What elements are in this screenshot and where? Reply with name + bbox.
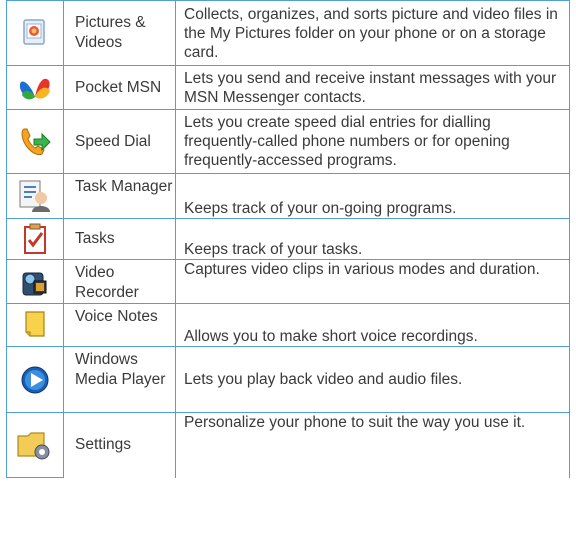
table-row: Settings Personalize your phone to suit … bbox=[6, 412, 570, 478]
table-row: Tasks Keeps track of your tasks. bbox=[6, 218, 570, 260]
program-description: Lets you create speed dial entries for d… bbox=[175, 109, 570, 174]
program-description: Allows you to make short voice recording… bbox=[175, 303, 570, 347]
program-name: Speed Dial bbox=[63, 109, 176, 174]
table-row: Pocket MSN Lets you send and receive ins… bbox=[6, 65, 570, 110]
program-description: Collects, organizes, and sorts picture a… bbox=[175, 0, 570, 66]
program-description: Lets you send and receive instant messag… bbox=[175, 65, 570, 110]
voice-notes-icon bbox=[25, 311, 45, 337]
program-description: Keeps track of your on-going programs. bbox=[175, 173, 570, 219]
media-player-icon bbox=[21, 366, 49, 393]
program-description: Captures video clips in various modes an… bbox=[175, 259, 570, 304]
table-row: Video Recorder Captures video clips in v… bbox=[6, 259, 570, 304]
video-camera-icon bbox=[22, 272, 47, 295]
table-row: Speed Dial Lets you create speed dial en… bbox=[6, 109, 570, 174]
program-description: Keeps track of your tasks. bbox=[175, 218, 570, 260]
tasks-checklist-icon bbox=[24, 223, 46, 254]
settings-folder-gear-icon bbox=[17, 432, 50, 460]
pictures-videos-icon bbox=[23, 19, 45, 45]
table-row: Voice Notes Allows you to make short voi… bbox=[6, 303, 570, 347]
program-description: Lets you play back video and audio files… bbox=[175, 346, 570, 413]
program-name: Voice Notes bbox=[63, 303, 176, 347]
program-name: Pocket MSN bbox=[63, 65, 176, 110]
program-name: Video Recorder bbox=[63, 259, 176, 304]
programs-table: Pictures & Videos Collects, organizes, a… bbox=[6, 0, 570, 478]
program-name: Pictures & Videos bbox=[63, 0, 176, 66]
program-name: Tasks bbox=[63, 218, 176, 260]
program-name: Task Manager bbox=[63, 173, 176, 219]
speed-dial-phone-icon bbox=[21, 128, 51, 155]
table-row: Pictures & Videos Collects, organizes, a… bbox=[6, 0, 570, 66]
table-row: Windows Media Player Lets you play back … bbox=[6, 346, 570, 413]
table-row: Task Manager Keeps track of your on-goin… bbox=[6, 173, 570, 219]
task-manager-icon bbox=[19, 180, 50, 212]
msn-butterfly-icon bbox=[19, 78, 50, 99]
program-name: Settings bbox=[63, 412, 176, 478]
program-description: Personalize your phone to suit the way y… bbox=[175, 412, 570, 478]
program-name: Windows Media Player bbox=[63, 346, 176, 413]
